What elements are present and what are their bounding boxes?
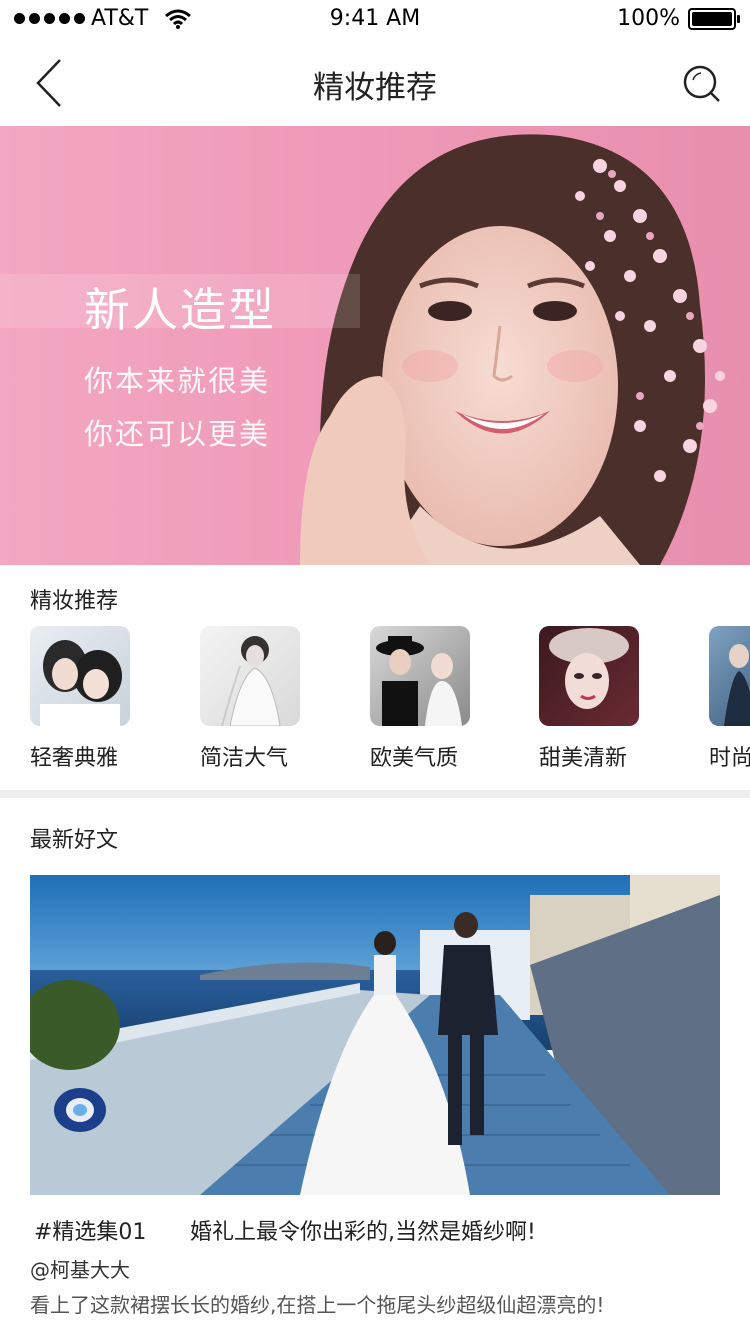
battery-percent: 100% (617, 6, 680, 31)
category-carousel[interactable]: 轻奢典雅 简洁大气 欧美气质 甜美清新 时尚 (0, 626, 750, 776)
section-divider (0, 790, 750, 798)
category-thumbnail (30, 626, 130, 726)
category-label: 简洁大气 (200, 746, 289, 771)
floral-bride-photo-icon (549, 628, 629, 709)
status-bar: AT&T 9:41 AM 100% (0, 0, 750, 40)
article-tag[interactable]: #精选集01 (34, 1214, 146, 1246)
hero-portrait-image (300, 134, 725, 565)
category-item[interactable]: 时尚 (709, 626, 750, 772)
category-label: 甜美清新 (539, 746, 628, 771)
category-item[interactable]: 轻奢典雅 (30, 626, 160, 772)
article-headline[interactable]: 婚礼上最令你出彩的,当然是婚纱啊! (190, 1214, 536, 1246)
section-title-picks: 精妆推荐 (30, 589, 119, 614)
battery-group: 100% (617, 6, 740, 31)
category-label: 轻奢典雅 (30, 746, 119, 771)
category-thumbnail (370, 626, 470, 726)
couple-photo-icon (40, 640, 122, 726)
article-author[interactable]: @柯基大大 (30, 1254, 130, 1283)
fashion-photo-icon (724, 644, 750, 726)
category-item[interactable]: 简洁大气 (200, 626, 330, 772)
section-title-articles: 最新好文 (30, 828, 119, 853)
bride-photo-icon (221, 636, 281, 726)
battery-icon (688, 7, 740, 30)
nav-bar: 精妆推荐 (0, 40, 750, 126)
category-label: 欧美气质 (370, 746, 459, 771)
hero-subtitle-line2: 你还可以更美 (84, 417, 271, 451)
page-title: 精妆推荐 (313, 70, 437, 106)
couple-hat-photo-icon (376, 636, 462, 726)
category-thumbnail (539, 626, 639, 726)
category-item[interactable]: 欧美气质 (370, 626, 500, 772)
article-cover-image[interactable] (30, 875, 720, 1195)
category-label: 时尚 (709, 746, 750, 771)
category-thumbnail (709, 626, 750, 726)
search-icon[interactable] (682, 64, 722, 104)
hero-title: 新人造型 (84, 283, 276, 337)
category-thumbnail (200, 626, 300, 726)
hero-subtitle-line1: 你本来就很美 (84, 364, 271, 398)
hero-banner[interactable]: 新人造型 你本来就很美 你还可以更美 (0, 126, 750, 565)
article-description: 看上了这款裙摆长长的婚纱,在搭上一个拖尾头纱超级仙超漂亮的! (30, 1293, 605, 1317)
wedding-couple-photo (30, 875, 720, 1195)
category-item[interactable]: 甜美清新 (539, 626, 669, 772)
